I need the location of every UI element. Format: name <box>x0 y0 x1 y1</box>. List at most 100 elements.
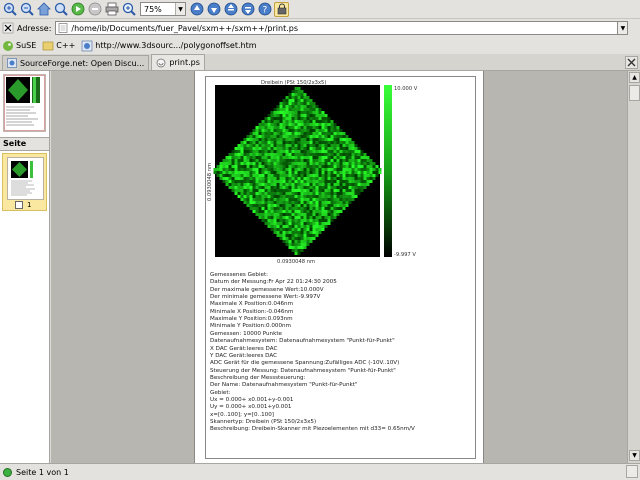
info-line: Maximale Y Position:0.093nm <box>210 316 293 323</box>
arrow-down-icon: ▼ <box>632 452 637 459</box>
lock-icon <box>277 3 286 15</box>
page-thumbnail-1[interactable]: 1 <box>2 153 47 211</box>
next-page-button[interactable] <box>206 2 221 17</box>
info-line: Gemessenes Gebiet: <box>210 272 269 278</box>
forward-icon <box>71 2 84 16</box>
zoom-select[interactable]: 75% ▼ <box>140 2 186 16</box>
page-preview-thumbnail[interactable] <box>3 74 46 132</box>
bookmark-suse[interactable]: SuSE <box>2 40 36 52</box>
colorbar-max-label: 10.000 V <box>394 86 418 92</box>
help-button[interactable]: ? <box>257 2 272 17</box>
scroll-up-button[interactable]: ▲ <box>629 72 640 83</box>
stop-icon <box>88 2 101 16</box>
info-line: Ux = 0.000+ x0.001+y-0.001 <box>210 396 294 403</box>
vertical-scrollbar[interactable]: ▲ ▼ <box>627 71 640 463</box>
cpp-icon <box>42 41 54 50</box>
close-tab-button[interactable] <box>625 56 638 69</box>
svg-text:?: ? <box>262 6 267 16</box>
arrow-up-icon: ▲ <box>632 74 637 81</box>
next-page-icon <box>207 2 220 16</box>
scroll-down-button[interactable]: ▼ <box>629 450 640 461</box>
document-viewer[interactable]: Dreibein (PSt 150/2x3x5) 10.000 V -9.997… <box>51 71 627 463</box>
document-icon <box>59 23 68 33</box>
document-icon <box>156 58 166 67</box>
bookmark-polygonoffset[interactable]: http://www.3dsourc.../polygonoffset.htm <box>81 40 257 52</box>
first-page-button[interactable] <box>223 2 238 17</box>
home-button[interactable] <box>36 2 51 17</box>
info-line: Minimale X Position:-0.046nm <box>210 308 294 315</box>
previous-page-button[interactable] <box>189 2 204 17</box>
bookmark-label: SuSE <box>16 41 37 50</box>
zoom-out-icon <box>20 2 34 16</box>
info-line: Der minimale gemessene Wert:-9.997V <box>210 294 321 301</box>
print-icon <box>105 2 118 16</box>
bookmark-cpp[interactable]: C++ <box>42 40 75 52</box>
home-icon <box>36 2 51 16</box>
thumbnail-image <box>4 75 45 131</box>
info-line: Maximale X Position:0.046nm <box>210 301 294 308</box>
colorbar-min-label: -9.997 V <box>394 252 416 258</box>
zoom-in-button[interactable] <box>2 2 17 17</box>
forward-button[interactable] <box>70 2 85 17</box>
status-ok-icon <box>3 467 12 477</box>
stop-button[interactable] <box>87 2 102 17</box>
info-line: Datum der Messung:Fr Apr 22 01:24:30 200… <box>210 279 337 286</box>
status-text: Seite 1 von 1 <box>16 467 69 477</box>
info-line: Uy = 0.000+ x0.001+y0.001 <box>210 404 292 411</box>
close-icon <box>627 58 636 67</box>
info-line: Datenaufnahmesystem: Datenaufnahmesystem… <box>210 338 395 345</box>
status-bar: Seite 1 von 1 <box>0 463 640 480</box>
address-bar: Adresse: /home/ib/Documents/fuer_Pavel/s… <box>0 19 640 37</box>
zoom-button[interactable] <box>53 2 68 17</box>
address-input[interactable]: /home/ib/Documents/fuer_Pavel/sxm++/sxm+… <box>55 21 619 35</box>
tab-label: print.ps <box>169 58 200 67</box>
magnify-icon <box>122 2 136 16</box>
main-toolbar: 75% ▼ ? <box>0 0 640 19</box>
info-line: Der Name: Datenaufnahmesystem "Punkt-für… <box>210 382 358 389</box>
last-page-icon <box>241 2 254 16</box>
chevron-down-icon: ▼ <box>175 3 185 15</box>
document-page: Dreibein (PSt 150/2x3x5) 10.000 V -9.997… <box>194 71 484 463</box>
tab-sourceforge[interactable]: SourceForge.net: Open Discu... <box>2 55 150 70</box>
bookmark-label: C++ <box>56 41 76 50</box>
resize-grip[interactable] <box>626 465 638 478</box>
sidebar-header: Seite <box>0 137 49 151</box>
info-line: Y DAC Gerät:leeres DAC <box>210 352 277 359</box>
page-select-checkbox[interactable] <box>15 201 23 209</box>
zoom-icon <box>54 2 68 16</box>
zoom-in-icon <box>3 2 17 16</box>
chevron-down-icon: ▼ <box>620 24 626 32</box>
tab-label: SourceForge.net: Open Discu... <box>20 58 145 68</box>
info-line: Der maximale gemessene Wert:10.000V <box>210 286 324 293</box>
web-page-icon <box>81 40 93 51</box>
info-line: Beschreibung der Messsteuerung: <box>210 374 306 381</box>
y-axis-label: 0.0930048 nm <box>207 163 213 201</box>
info-line: X DAC Gerät:leeres DAC <box>210 345 278 352</box>
info-line: x=[0..100]; y=[0..100] <box>210 411 274 418</box>
info-line: Minimale Y Position:0.000nm <box>210 323 291 330</box>
suse-icon <box>3 40 13 51</box>
tab-print-ps[interactable]: print.ps <box>151 54 205 70</box>
clear-location-icon[interactable] <box>2 22 14 34</box>
scroll-thumb[interactable] <box>629 85 640 101</box>
info-line: ADC Gerät für die gemessene Spannung:Zuf… <box>210 360 400 367</box>
page-thumbnails-sidebar: Seite 1 <box>0 71 50 463</box>
zoom-out-button[interactable] <box>19 2 34 17</box>
print-button[interactable] <box>104 2 119 17</box>
last-page-button[interactable] <box>240 2 255 17</box>
bookmarks-bar: SuSE C++ http://www.3dsourc.../polygonof… <box>0 37 640 54</box>
lock-button[interactable] <box>274 1 289 17</box>
address-label: Adresse: <box>17 23 52 33</box>
help-icon: ? <box>258 2 271 16</box>
previous-page-icon <box>190 2 203 16</box>
info-line: Skannertyp: Dreibein (PSt 150/2x3x5) <box>210 419 317 425</box>
zoom-value: 75% <box>144 4 162 14</box>
bookmark-label: http://www.3dsourc.../polygonoffset.htm <box>95 41 257 50</box>
address-dropdown-button[interactable]: ▼ <box>618 21 629 35</box>
scan-plot: Dreibein (PSt 150/2x3x5) 10.000 V -9.997… <box>207 80 418 265</box>
thumbnail-image <box>11 161 35 196</box>
web-page-icon <box>7 58 17 68</box>
info-line: Beschreibung: Dreibein-Skanner mit Piezo… <box>210 426 415 433</box>
magnify-button[interactable] <box>121 2 136 17</box>
info-line: Steuerung der Messung: Datenaufnahmesyst… <box>210 367 396 374</box>
